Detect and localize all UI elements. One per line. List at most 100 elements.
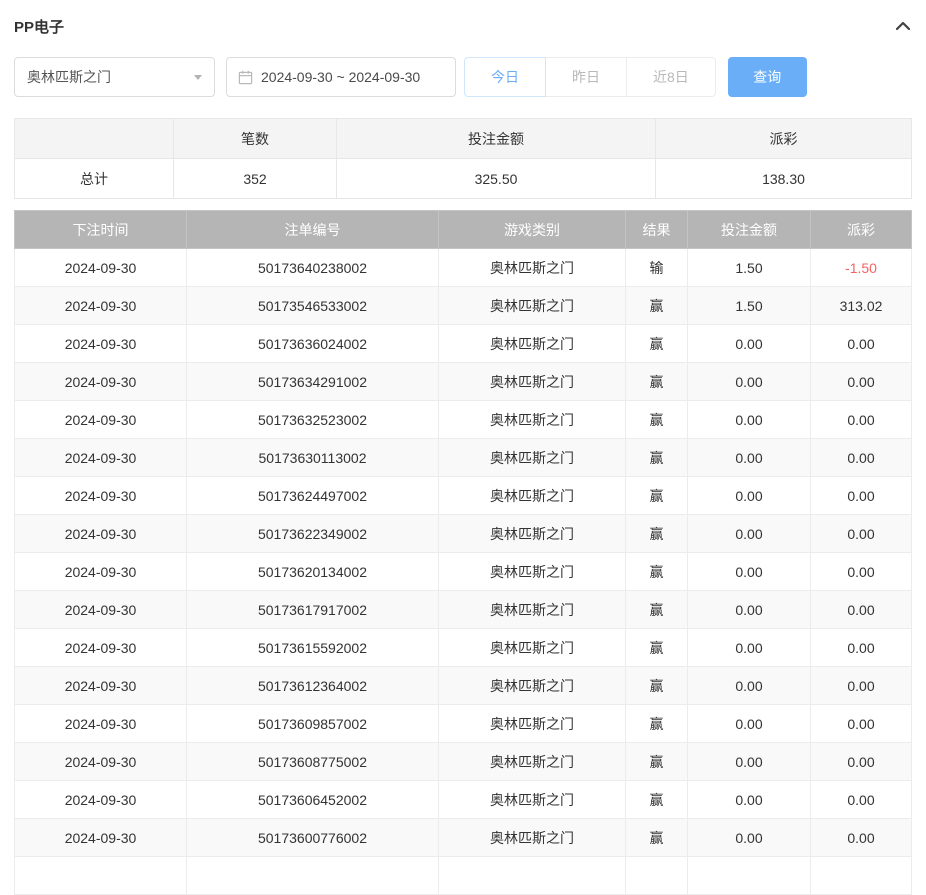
empty-cell xyxy=(626,857,688,895)
payout-cell: 0.00 xyxy=(811,629,912,667)
game-category-cell: 奥林匹斯之门 xyxy=(439,743,626,781)
bet-time-cell: 2024-09-30 xyxy=(15,819,187,857)
chevron-up-icon xyxy=(894,19,912,33)
bet-time-cell: 2024-09-30 xyxy=(15,249,187,287)
bet-time-cell: 2024-09-30 xyxy=(15,781,187,819)
payout-cell: 0.00 xyxy=(811,705,912,743)
order-no-cell: 50173622349002 xyxy=(187,515,439,553)
table-row: 2024-09-3050173636024002奥林匹斯之门赢0.000.00 xyxy=(15,325,912,363)
bet-time-cell: 2024-09-30 xyxy=(15,325,187,363)
result-cell: 赢 xyxy=(626,439,688,477)
summary-header-row: 笔数 投注金额 派彩 xyxy=(15,119,912,159)
bet-time-cell: 2024-09-30 xyxy=(15,591,187,629)
payout-cell: 0.00 xyxy=(811,781,912,819)
table-row: 2024-09-3050173615592002奥林匹斯之门赢0.000.00 xyxy=(15,629,912,667)
table-row: 2024-09-3050173609857002奥林匹斯之门赢0.000.00 xyxy=(15,705,912,743)
bet-amount-cell: 1.50 xyxy=(688,249,811,287)
bet-time-cell: 2024-09-30 xyxy=(15,515,187,553)
summary-header-count: 笔数 xyxy=(174,119,337,159)
last-8-days-button[interactable]: 近8日 xyxy=(626,57,716,97)
result-cell: 赢 xyxy=(626,591,688,629)
summary-header-payout: 派彩 xyxy=(656,119,912,159)
bet-amount-cell: 0.00 xyxy=(688,553,811,591)
bet-table-header-row: 下注时间 注单编号 游戏类别 结果 投注金额 派彩 xyxy=(15,211,912,249)
game-category-cell: 奥林匹斯之门 xyxy=(439,629,626,667)
result-cell: 赢 xyxy=(626,743,688,781)
empty-cell xyxy=(439,857,626,895)
result-cell: 赢 xyxy=(626,515,688,553)
result-cell: 赢 xyxy=(626,629,688,667)
bet-time-cell: 2024-09-30 xyxy=(15,287,187,325)
game-category-cell: 奥林匹斯之门 xyxy=(439,819,626,857)
result-cell: 赢 xyxy=(626,477,688,515)
summary-total-bet-amount: 325.50 xyxy=(337,159,656,199)
bet-time-cell: 2024-09-30 xyxy=(15,477,187,515)
order-no-cell: 50173624497002 xyxy=(187,477,439,515)
header-game-category: 游戏类别 xyxy=(439,211,626,249)
table-row: 2024-09-3050173640238002奥林匹斯之门输1.50-1.50 xyxy=(15,249,912,287)
game-category-cell: 奥林匹斯之门 xyxy=(439,591,626,629)
header-bet-amount: 投注金额 xyxy=(688,211,811,249)
order-no-cell: 50173634291002 xyxy=(187,363,439,401)
summary-header-bet-amount: 投注金额 xyxy=(337,119,656,159)
payout-cell: 0.00 xyxy=(811,515,912,553)
result-cell: 赢 xyxy=(626,781,688,819)
table-row: 2024-09-3050173606452002奥林匹斯之门赢0.000.00 xyxy=(15,781,912,819)
bet-time-cell: 2024-09-30 xyxy=(15,439,187,477)
today-button[interactable]: 今日 xyxy=(464,57,546,97)
result-cell: 赢 xyxy=(626,667,688,705)
payout-cell: 0.00 xyxy=(811,325,912,363)
order-no-cell: 50173632523002 xyxy=(187,401,439,439)
bet-amount-cell: 0.00 xyxy=(688,781,811,819)
table-row: 2024-09-3050173630113002奥林匹斯之门赢0.000.00 xyxy=(15,439,912,477)
bet-time-cell: 2024-09-30 xyxy=(15,363,187,401)
bet-amount-cell: 0.00 xyxy=(688,477,811,515)
game-category-cell: 奥林匹斯之门 xyxy=(439,705,626,743)
collapse-button[interactable] xyxy=(894,19,912,33)
date-range-value: 2024-09-30 ~ 2024-09-30 xyxy=(261,69,420,85)
quick-filter-group: 今日 昨日 近8日 xyxy=(464,57,716,97)
game-category-cell: 奥林匹斯之门 xyxy=(439,401,626,439)
panel-header: PP电子 xyxy=(14,0,912,36)
summary-header-empty xyxy=(15,119,174,159)
game-select-value: 奥林匹斯之门 xyxy=(27,67,111,87)
bet-amount-cell: 0.00 xyxy=(688,325,811,363)
bet-time-cell: 2024-09-30 xyxy=(15,743,187,781)
summary-total-count: 352 xyxy=(174,159,337,199)
result-cell: 赢 xyxy=(626,705,688,743)
result-cell: 输 xyxy=(626,249,688,287)
order-no-cell: 50173617917002 xyxy=(187,591,439,629)
order-no-cell: 50173609857002 xyxy=(187,705,439,743)
search-button[interactable]: 查询 xyxy=(728,57,807,97)
bet-time-cell: 2024-09-30 xyxy=(15,629,187,667)
result-cell: 赢 xyxy=(626,363,688,401)
result-cell: 赢 xyxy=(626,325,688,363)
yesterday-button[interactable]: 昨日 xyxy=(545,57,627,97)
bet-amount-cell: 0.00 xyxy=(688,705,811,743)
game-category-cell: 奥林匹斯之门 xyxy=(439,667,626,705)
game-category-cell: 奥林匹斯之门 xyxy=(439,515,626,553)
bet-table: 下注时间 注单编号 游戏类别 结果 投注金额 派彩 2024-09-305017… xyxy=(14,210,912,895)
summary-total-label: 总计 xyxy=(15,159,174,199)
payout-cell: 0.00 xyxy=(811,401,912,439)
table-row: 2024-09-3050173546533002奥林匹斯之门赢1.50313.0… xyxy=(15,287,912,325)
bet-time-cell: 2024-09-30 xyxy=(15,553,187,591)
game-select[interactable]: 奥林匹斯之门 xyxy=(14,57,215,97)
header-bet-time: 下注时间 xyxy=(15,211,187,249)
table-row: 2024-09-3050173608775002奥林匹斯之门赢0.000.00 xyxy=(15,743,912,781)
order-no-cell: 50173606452002 xyxy=(187,781,439,819)
bet-time-cell: 2024-09-30 xyxy=(15,401,187,439)
order-no-cell: 50173636024002 xyxy=(187,325,439,363)
payout-cell: 0.00 xyxy=(811,743,912,781)
bet-time-cell: 2024-09-30 xyxy=(15,667,187,705)
bet-table-body: 2024-09-3050173640238002奥林匹斯之门输1.50-1.50… xyxy=(15,249,912,895)
table-row: 2024-09-3050173634291002奥林匹斯之门赢0.000.00 xyxy=(15,363,912,401)
empty-cell xyxy=(15,857,187,895)
date-range-input[interactable]: 2024-09-30 ~ 2024-09-30 xyxy=(226,57,456,97)
bet-records-panel: PP电子 奥林匹斯之门 2024-09-30 ~ 2024-09-30 今日 昨… xyxy=(0,0,926,895)
payout-cell: 0.00 xyxy=(811,553,912,591)
bet-amount-cell: 0.00 xyxy=(688,819,811,857)
bet-amount-cell: 0.00 xyxy=(688,515,811,553)
header-payout: 派彩 xyxy=(811,211,912,249)
bet-amount-cell: 0.00 xyxy=(688,629,811,667)
